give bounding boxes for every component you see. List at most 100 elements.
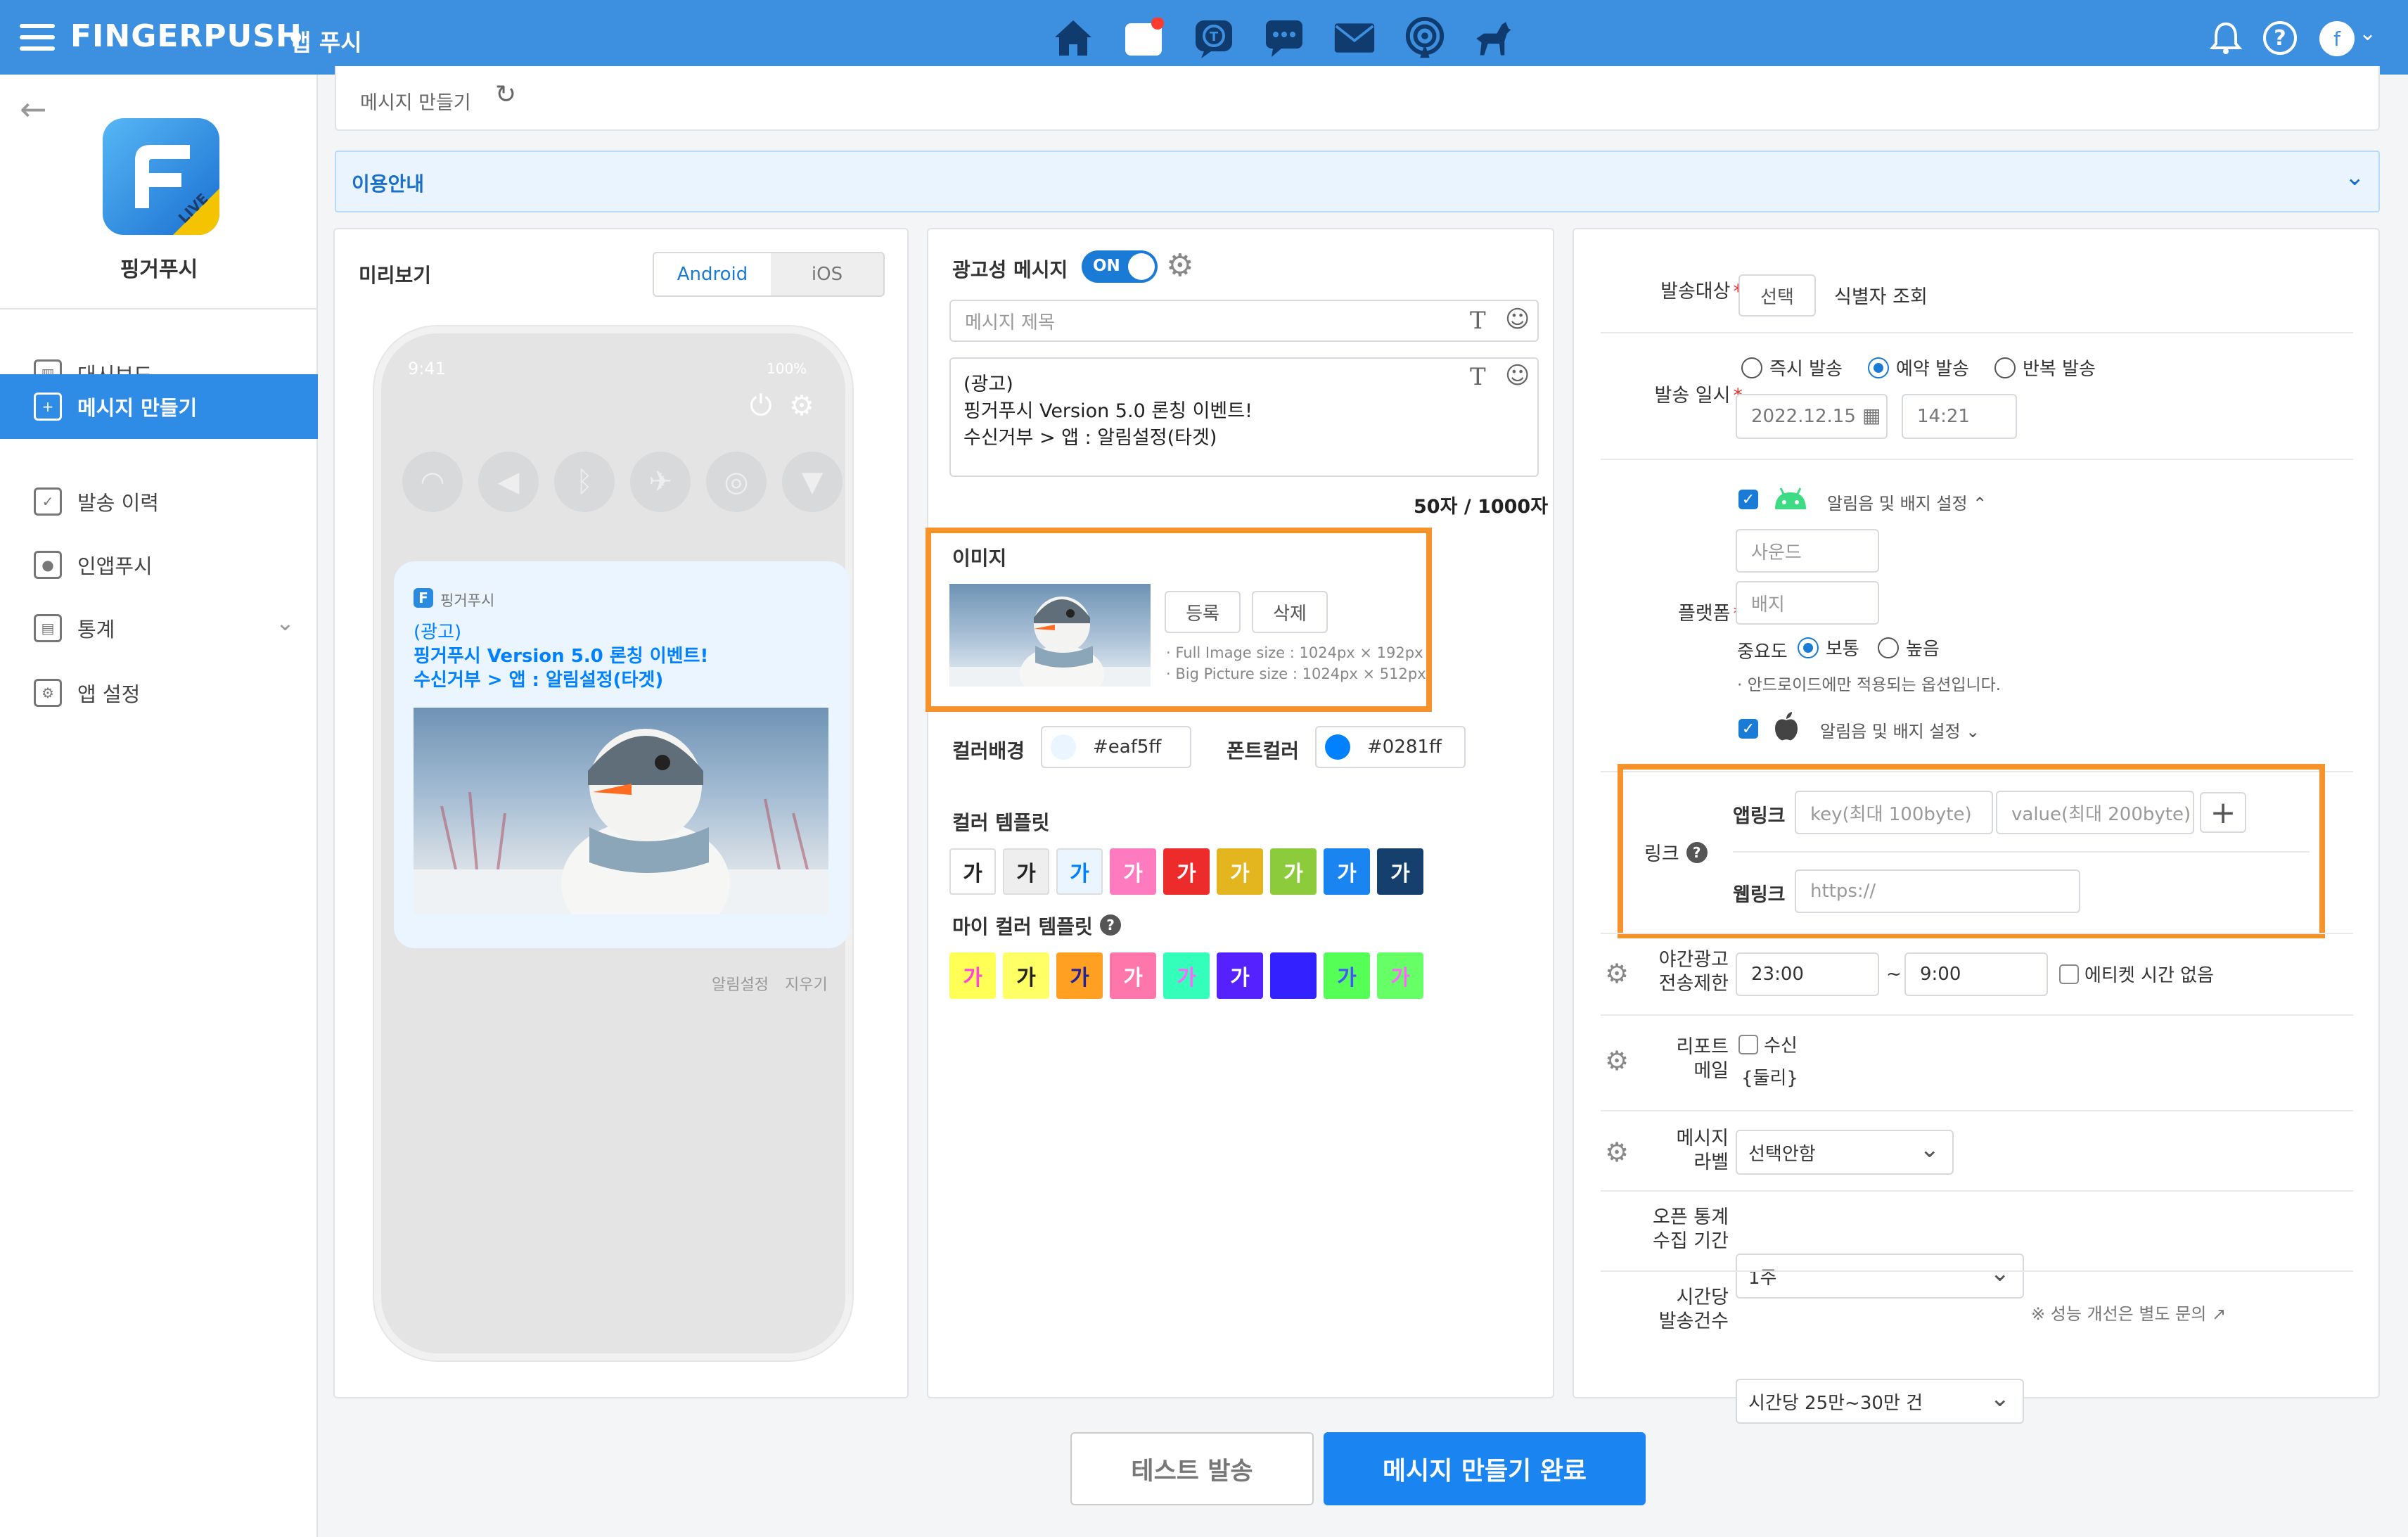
color-template-swatch[interactable]: 가 xyxy=(1003,848,1049,895)
talk-icon[interactable]: T xyxy=(1193,17,1235,59)
image-register-button[interactable]: 등록 xyxy=(1165,591,1241,633)
rotate-icon: ◎ xyxy=(706,452,767,512)
sidebar-item-stats[interactable]: ▤ 통계 ⌄ xyxy=(0,597,318,660)
weblink-input[interactable]: https:// xyxy=(1795,869,2080,913)
ad-toggle[interactable]: ON xyxy=(1082,250,1158,283)
sidebar-item-send-history[interactable]: ✓ 발송 이력 xyxy=(0,470,318,533)
back-arrow-icon[interactable]: ← xyxy=(20,90,47,128)
font-color-swatch[interactable] xyxy=(1325,734,1350,760)
menu-icon[interactable] xyxy=(20,24,55,52)
my-color-template-swatch[interactable]: 가 xyxy=(1270,952,1317,999)
color-template-swatch[interactable]: 가 xyxy=(1217,848,1263,895)
sidebar-item-inapp-push[interactable]: ● 인앱푸시 xyxy=(0,533,318,597)
refresh-icon[interactable]: ↻ xyxy=(495,80,516,109)
android-sound-badge-toggle[interactable]: 알림음 및 배지 설정 ⌃ xyxy=(1827,490,1987,514)
sidebar-item-create-message[interactable]: + 메시지 만들기 xyxy=(0,374,318,439)
my-color-template-swatch[interactable]: 가 xyxy=(1110,952,1156,999)
night-end-input[interactable]: 9:00 xyxy=(1904,952,2048,996)
gear-icon[interactable]: ⚙ xyxy=(1166,248,1193,283)
external-link-icon: ↗ xyxy=(2212,1304,2227,1324)
identifier-lookup-link[interactable]: 식별자 조회 xyxy=(1834,281,1928,309)
gear-icon[interactable]: ⚙ xyxy=(1605,958,1629,989)
bg-color-swatch[interactable] xyxy=(1051,734,1076,760)
date-input[interactable]: 2022.12.15 ▦ xyxy=(1736,394,1888,439)
color-template-swatch[interactable]: 가 xyxy=(1324,848,1370,895)
home-icon[interactable] xyxy=(1052,17,1094,59)
open-stats-select[interactable]: 1주 xyxy=(1736,1254,2024,1299)
color-template-swatch[interactable]: 가 xyxy=(1270,848,1317,895)
brand-name[interactable]: FINGERPUSH xyxy=(70,18,302,54)
applink-value-input[interactable]: value(최대 200byte) xyxy=(1996,791,2194,834)
info-bar[interactable]: 이용안내 ⌄ xyxy=(335,151,2380,212)
sound-input[interactable]: 사운드 xyxy=(1736,529,1879,573)
color-template-swatch[interactable]: 가 xyxy=(1110,848,1156,895)
footer-link-notification-settings[interactable]: 알림설정 xyxy=(712,972,769,995)
help-icon[interactable]: ? xyxy=(2263,21,2297,55)
preview-title: 미리보기 xyxy=(359,264,432,287)
radio-priority-high[interactable]: 높음 xyxy=(1878,634,1940,661)
help-icon[interactable]: ? xyxy=(1100,914,1121,936)
sidebar-item-app-settings[interactable]: ⚙ 앱 설정 xyxy=(0,661,318,725)
send-rate-select[interactable]: 시간당 25만~30만 건 xyxy=(1736,1379,2024,1424)
android-checkbox[interactable]: ✓ xyxy=(1738,490,1758,509)
target-select-button[interactable]: 선택 xyxy=(1738,274,1816,317)
send-rate-note[interactable]: ※ 성능 개선은 별도 문의 ↗ xyxy=(2031,1300,2226,1325)
color-template-swatch[interactable]: 가 xyxy=(1163,848,1210,895)
chevron-down-icon[interactable]: ⌄ xyxy=(2345,163,2365,191)
image-note: · Big Picture size : 1024px × 512px xyxy=(1166,665,1426,682)
my-color-template-swatch[interactable]: 가 xyxy=(1217,952,1263,999)
sound-placeholder: 사운드 xyxy=(1751,542,1802,563)
my-color-template-swatch[interactable]: 가 xyxy=(1003,952,1049,999)
create-message-complete-button[interactable]: 메시지 만들기 완료 xyxy=(1324,1432,1646,1505)
dog-icon[interactable] xyxy=(1471,17,1513,59)
test-send-button[interactable]: 테스트 발송 xyxy=(1070,1432,1314,1505)
radio-immediate[interactable]: 즉시 발송 xyxy=(1741,355,1843,381)
radio-scheduled[interactable]: 예약 발송 xyxy=(1868,355,1969,381)
text-format-icon[interactable]: T xyxy=(1470,363,1486,391)
badge-input[interactable]: 배지 xyxy=(1736,581,1879,625)
color-template-swatch[interactable]: 가 xyxy=(949,848,996,895)
report-receive-checkbox[interactable]: 수신 xyxy=(1738,1031,1798,1057)
ios-sound-badge-toggle[interactable]: 알림음 및 배지 설정 ⌄ xyxy=(1820,718,1980,742)
mail-icon[interactable] xyxy=(1333,17,1376,59)
text-format-icon[interactable]: T xyxy=(1470,307,1486,335)
color-template-swatch[interactable]: 가 xyxy=(1056,848,1103,895)
footer-link-clear[interactable]: 지우기 xyxy=(785,972,828,995)
calendar-icon[interactable]: ▦ xyxy=(1862,404,1881,427)
image-delete-button[interactable]: 삭제 xyxy=(1252,591,1328,633)
broadcast-icon[interactable] xyxy=(1404,16,1446,59)
applink-key-input[interactable]: key(최대 100byte) xyxy=(1795,791,1993,834)
my-color-template-swatch[interactable]: 가 xyxy=(1324,952,1370,999)
radio-priority-normal[interactable]: 보통 xyxy=(1798,634,1859,661)
night-start-input[interactable]: 23:00 xyxy=(1736,952,1879,996)
tab-android[interactable]: Android xyxy=(654,253,771,295)
emoji-icon[interactable]: ☺ xyxy=(1505,305,1530,333)
stats-icon: ▤ xyxy=(34,614,62,642)
my-color-template-swatch[interactable]: 가 xyxy=(1377,952,1423,999)
inbox-icon[interactable] xyxy=(1122,17,1165,59)
avatar[interactable]: f xyxy=(2319,21,2355,56)
font-color-input[interactable]: #0281ff xyxy=(1315,726,1466,768)
radio-repeat[interactable]: 반복 발송 xyxy=(1994,355,2096,381)
body-line: 핑거푸시 Version 5.0 론칭 이벤트! xyxy=(963,400,1253,422)
etiquette-checkbox[interactable]: 에티켓 시간 없음 xyxy=(2059,961,2214,987)
bg-color-input[interactable]: #eaf5ff xyxy=(1041,726,1191,768)
my-color-template-swatch[interactable]: 가 xyxy=(1163,952,1210,999)
bell-icon[interactable] xyxy=(2209,21,2243,55)
help-icon[interactable]: ? xyxy=(1686,841,1708,863)
gear-icon[interactable]: ⚙ xyxy=(1605,1045,1629,1076)
time-input[interactable]: 14:21 xyxy=(1902,394,2017,439)
emoji-icon[interactable]: ☺ xyxy=(1505,362,1530,390)
color-template-swatch[interactable]: 가 xyxy=(1377,848,1423,895)
ios-checkbox[interactable]: ✓ xyxy=(1738,719,1758,739)
my-color-template-swatch[interactable]: 가 xyxy=(949,952,996,999)
chevron-down-icon[interactable]: ⌄ xyxy=(2359,21,2376,46)
gear-icon[interactable]: ⚙ xyxy=(1605,1137,1629,1168)
chat-icon[interactable] xyxy=(1263,17,1305,59)
message-title-input[interactable]: 메시지 제목 T ☺ xyxy=(949,300,1539,342)
tab-ios[interactable]: iOS xyxy=(771,253,883,295)
add-applink-button[interactable]: + xyxy=(2200,792,2246,833)
message-body-textarea[interactable]: (광고) 핑거푸시 Version 5.0 론칭 이벤트! 수신거부 > 앱 :… xyxy=(949,357,1539,477)
message-label-select[interactable]: 선택안함 xyxy=(1736,1130,1954,1175)
my-color-template-swatch[interactable]: 가 xyxy=(1056,952,1103,999)
